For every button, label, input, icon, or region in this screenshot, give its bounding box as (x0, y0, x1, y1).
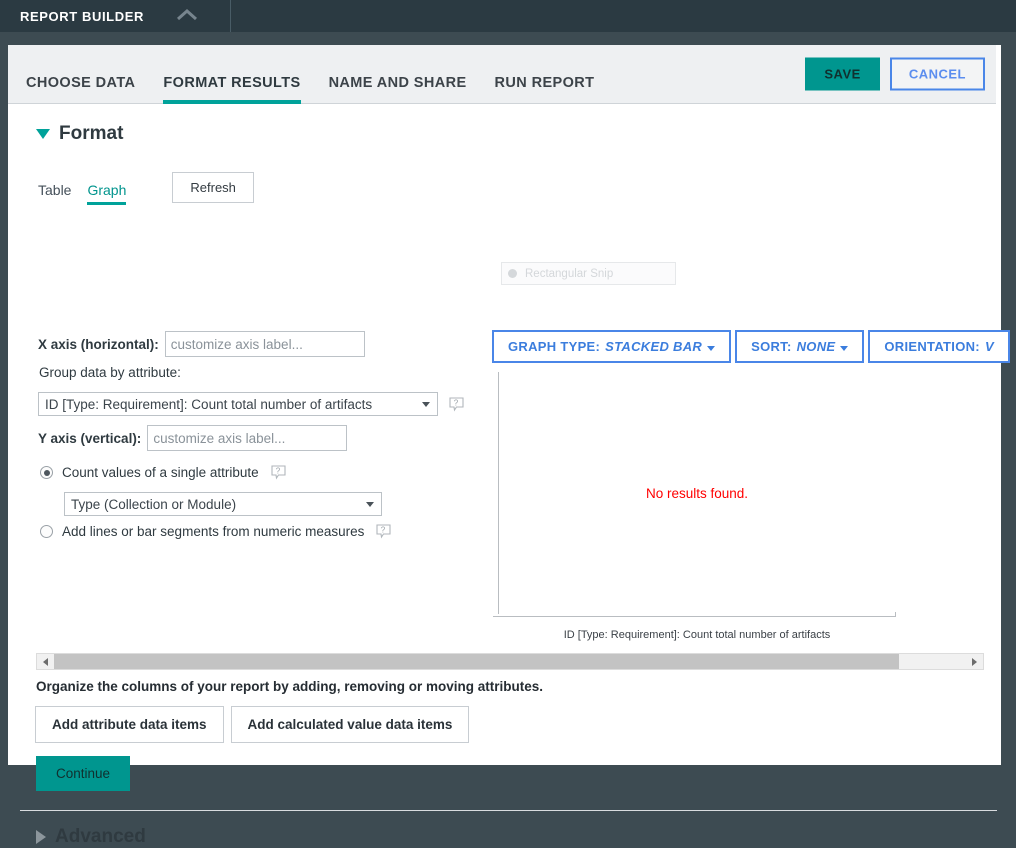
graph-sort-button[interactable]: SORT: NONE (735, 330, 865, 363)
wizard-tabs: CHOOSE DATA FORMAT RESULTS NAME AND SHAR… (26, 45, 622, 104)
svg-text:?: ? (275, 467, 280, 476)
chevron-down-icon (422, 402, 430, 407)
tab-format-results[interactable]: FORMAT RESULTS (163, 75, 301, 104)
scrollbar-thumb[interactable] (54, 654, 899, 669)
header-divider (229, 0, 231, 32)
chevron-down-icon (366, 502, 374, 507)
arrow-right-icon[interactable] (966, 654, 983, 669)
graph-orientation-value: V (984, 339, 994, 354)
graph-options-toolbar: GRAPH TYPE: STACKED BAR SORT: NONE ORIEN… (492, 330, 1010, 363)
chart-x-axis (498, 616, 896, 617)
arrow-left-icon[interactable] (37, 654, 54, 669)
radio-numeric-measures[interactable] (40, 525, 53, 538)
group-by-label: Group data by attribute: (39, 365, 181, 380)
help-question-icon[interactable]: ? (376, 524, 391, 539)
scrollbar-track[interactable] (54, 654, 966, 669)
advanced-section-title: Advanced (55, 826, 146, 847)
chart-y-axis-tick (493, 616, 498, 617)
triangle-down-icon (36, 129, 50, 139)
graph-orientation-button[interactable]: ORIENTATION: V (868, 330, 1010, 363)
y-axis-row: Y axis (vertical): (38, 425, 348, 451)
cancel-button[interactable]: CANCEL (889, 57, 985, 91)
wizard-tabstrip: CHOOSE DATA FORMAT RESULTS NAME AND SHAR… (8, 45, 996, 104)
svg-text:?: ? (454, 398, 459, 407)
view-tab-graph[interactable]: Graph (87, 182, 126, 205)
count-attribute-option-label: Count values of a single attribute (62, 465, 259, 480)
chart-x-axis-caption: ID [Type: Requirement]: Count total numb… (563, 629, 831, 641)
graph-type-prefix: GRAPH TYPE: (508, 339, 601, 354)
svg-text:?: ? (381, 526, 386, 535)
graph-sort-prefix: SORT: (751, 339, 792, 354)
organize-columns-text: Organize the columns of your report by a… (36, 679, 544, 694)
count-attribute-select-row: Type (Collection or Module) (64, 492, 382, 516)
tab-run-report[interactable]: RUN REPORT (495, 75, 595, 104)
continue-button[interactable]: Continue (36, 756, 131, 791)
x-axis-row: X axis (horizontal): (38, 331, 365, 357)
x-axis-label-input[interactable] (164, 331, 365, 357)
triangle-right-icon (36, 830, 46, 844)
save-button[interactable]: SAVE (805, 57, 880, 91)
y-axis-label-input[interactable] (147, 425, 348, 451)
add-attribute-data-items-button[interactable]: Add attribute data items (35, 706, 224, 743)
count-attribute-value: Type (Collection or Module) (71, 496, 237, 512)
count-attribute-option-row: Count values of a single attribute ? (40, 465, 286, 480)
add-data-items-buttons: Add attribute data items Add calculated … (35, 706, 470, 743)
group-by-row: ID [Type: Requirement]: Count total numb… (38, 392, 464, 416)
rectangular-snip-overlay: Rectangular Snip (501, 262, 676, 285)
x-axis-label: X axis (horizontal): (38, 336, 159, 352)
report-builder-panel: CHOOSE DATA FORMAT RESULTS NAME AND SHAR… (8, 45, 1010, 847)
tab-name-and-share[interactable]: NAME AND SHARE (329, 75, 467, 104)
group-by-select[interactable]: ID [Type: Requirement]: Count total numb… (38, 392, 438, 416)
group-by-label-row: Group data by attribute: (39, 365, 181, 380)
help-question-icon[interactable]: ? (449, 396, 464, 412)
columns-horizontal-scrollbar[interactable] (36, 653, 984, 670)
chevron-down-icon (840, 345, 849, 351)
graph-orientation-prefix: ORIENTATION: (884, 339, 980, 354)
snip-label: Rectangular Snip (525, 267, 614, 280)
add-calculated-value-data-items-button[interactable]: Add calculated value data items (230, 706, 470, 743)
graph-type-button[interactable]: GRAPH TYPE: STACKED BAR (492, 330, 732, 363)
measures-option-label: Add lines or bar segments from numeric m… (62, 524, 365, 539)
count-attribute-select[interactable]: Type (Collection or Module) (64, 492, 382, 516)
app-title: REPORT BUILDER (20, 8, 144, 24)
group-by-value: ID [Type: Requirement]: Count total numb… (45, 396, 373, 412)
format-section-header[interactable]: Format (36, 123, 123, 145)
radio-count-single-attribute[interactable] (40, 466, 53, 479)
no-results-message: No results found. (645, 485, 749, 501)
format-results-body: Format Table Graph Refresh X axis (horiz… (8, 104, 1010, 847)
view-tab-table[interactable]: Table (38, 182, 71, 205)
chevron-down-icon (707, 345, 716, 351)
format-section-title: Format (59, 123, 124, 144)
graph-preview: No results found. (493, 372, 896, 617)
chevron-up-icon[interactable] (174, 3, 200, 29)
help-question-icon[interactable]: ? (271, 465, 286, 480)
snip-icon (508, 269, 517, 278)
graph-sort-value: NONE (796, 339, 836, 354)
tab-choose-data[interactable]: CHOOSE DATA (26, 75, 135, 104)
wizard-actions: SAVE CANCEL (805, 57, 985, 91)
graph-type-value: STACKED BAR (605, 339, 703, 354)
section-divider (20, 810, 997, 811)
y-axis-label: Y axis (vertical): (38, 430, 142, 446)
view-mode-switch: Table Graph Refresh (38, 172, 254, 205)
app-header-bar: REPORT BUILDER (0, 0, 1016, 32)
measures-option-row: Add lines or bar segments from numeric m… (40, 524, 391, 539)
refresh-button[interactable]: Refresh (172, 172, 254, 203)
advanced-section-header[interactable]: Advanced (36, 826, 146, 848)
